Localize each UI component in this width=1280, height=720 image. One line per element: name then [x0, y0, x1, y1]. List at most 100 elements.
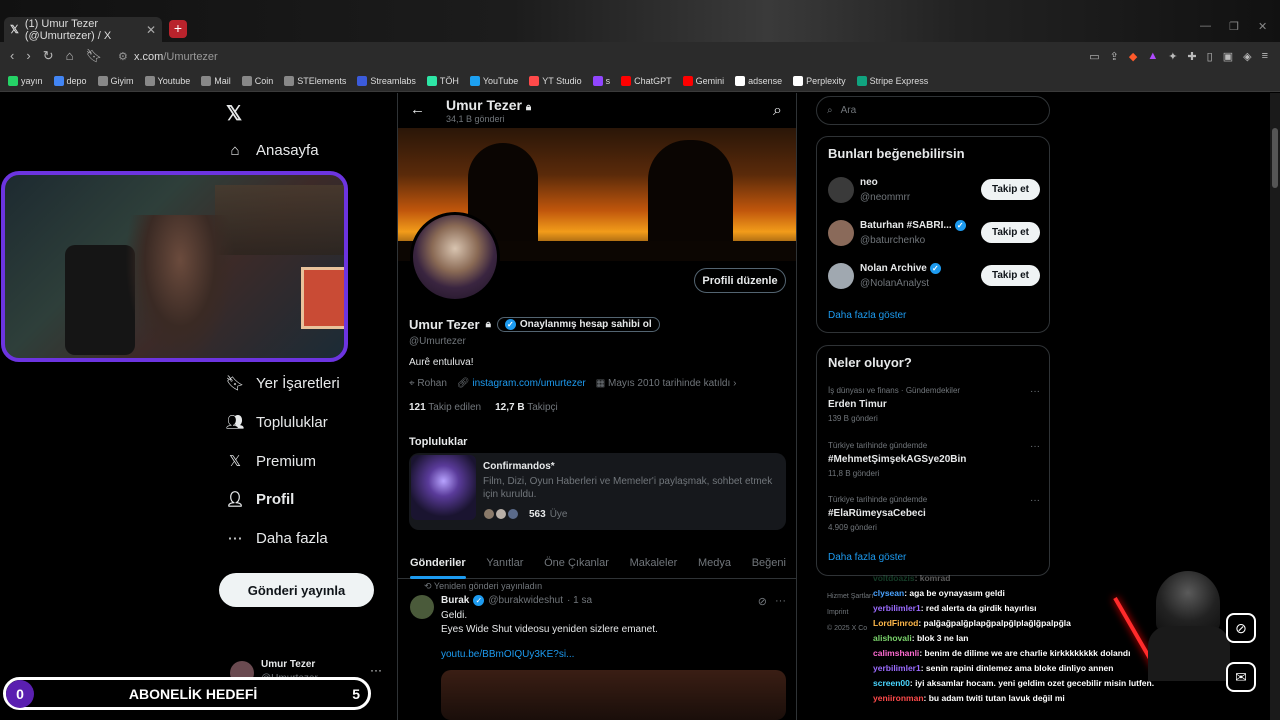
bookmark-item[interactable]: depo — [53, 75, 87, 86]
suggestion-row[interactable]: neo @neommrr Takip et — [828, 177, 1040, 207]
trend-item[interactable]: Türkiye tarihinde gündemde #MehmetŞimşek… — [828, 441, 1040, 478]
vpn-icon[interactable]: ◈ — [1243, 50, 1251, 63]
tab-title: (1) Umur Tezer (@Umurtezer) / X — [24, 17, 112, 42]
tweet-author-avatar[interactable] — [410, 595, 434, 619]
nav-profile[interactable]: 👤︎ Profil — [225, 490, 294, 509]
tweet-author[interactable]: Burak — [441, 595, 469, 606]
profile-link[interactable]: 🔗︎ instagram.com/umurtezer — [457, 378, 586, 389]
trend-more-icon[interactable]: ··· — [1030, 495, 1040, 506]
show-more-link[interactable]: Daha fazla göster — [828, 310, 906, 321]
scrollbar-thumb[interactable] — [1272, 128, 1278, 188]
trend-more-icon[interactable]: ··· — [1030, 386, 1040, 397]
bookmark-item[interactable]: Youtube — [144, 75, 190, 86]
puzzle-icon[interactable]: ✚ — [1187, 50, 1196, 63]
tab-1[interactable]: Yanıtlar — [486, 549, 523, 578]
grok-float-icon[interactable]: ⊘ — [1226, 613, 1256, 643]
profile-joined[interactable]: ▦ Mayıs 2010 tarihinde katıldı › — [596, 378, 737, 389]
bookmark-item[interactable]: yayın — [8, 75, 43, 86]
profile-header: ← Umur Tezer 🔒︎ 34,1 B gönderi ⌕ — [398, 93, 796, 128]
bookmark-item[interactable]: Streamlabs — [357, 75, 416, 86]
header-name: Umur Tezer 🔒︎ — [446, 97, 532, 113]
rewards-icon[interactable]: ▲ — [1147, 50, 1158, 63]
x-premium-icon: 𝕏 — [228, 453, 242, 470]
bookmark-item[interactable]: STElements — [284, 75, 346, 86]
minimize-icon[interactable]: — — [1200, 20, 1211, 32]
search-input[interactable]: ⌕ Ara — [816, 96, 1050, 125]
follow-button[interactable]: Takip et — [981, 179, 1040, 200]
bookmark-item[interactable]: YouTube — [469, 75, 518, 86]
follow-button[interactable]: Takip et — [981, 222, 1040, 243]
back-icon[interactable]: ‹ — [10, 48, 14, 64]
home-icon[interactable]: ⌂ — [66, 48, 74, 64]
reload-icon[interactable]: ↻ — [43, 48, 54, 64]
sidebar-icon[interactable]: ▯ — [1207, 50, 1213, 63]
chat-text: : senin rapini dinlemez ama bloke dinliy… — [920, 663, 1114, 673]
tweet-link[interactable]: youtu.be/BBmOIQUy3KE?si... — [441, 649, 574, 660]
following-link[interactable]: 121 Takip edilen — [409, 402, 481, 413]
suggestion-row[interactable]: Baturhan #SABRI... ✓ @baturchenko Takip e… — [828, 220, 1040, 250]
page-scrollbar[interactable] — [1270, 93, 1280, 720]
nav-communities[interactable]: 👥︎ Topluluklar — [225, 413, 327, 432]
nav-bookmarks[interactable]: 🔖︎ Yer İşaretleri — [225, 374, 339, 393]
trend-more-icon[interactable]: ··· — [1030, 441, 1040, 452]
nav-more[interactable]: ⋯ Daha fazla — [226, 529, 328, 548]
tab-5[interactable]: Beğeni — [752, 549, 786, 578]
trends-show-more-link[interactable]: Daha fazla göster — [828, 552, 906, 563]
bookmark-item[interactable]: Mail — [201, 75, 231, 86]
tweet-time[interactable]: · 1 sa — [567, 595, 592, 606]
close-window-icon[interactable]: ✕ — [1258, 20, 1267, 33]
menu-icon[interactable]: ≡ — [1262, 50, 1268, 63]
search-icon[interactable]: ⌕ — [773, 102, 782, 120]
wallet-icon[interactable]: ▣ — [1223, 50, 1233, 63]
footer-imprint[interactable]: Imprint — [827, 605, 873, 621]
post-button[interactable]: Gönderi yayınla — [219, 573, 374, 607]
tab-3[interactable]: Makaleler — [630, 549, 678, 578]
bookmark-item[interactable]: adsense — [735, 75, 782, 86]
profile-avatar[interactable] — [410, 212, 500, 302]
bookmark-item[interactable]: Giyim — [97, 75, 134, 86]
followers-link[interactable]: 12,7 B Takipçi — [495, 402, 558, 413]
nav-premium[interactable]: 𝕏 Premium — [226, 452, 316, 471]
maximize-icon[interactable]: ❐ — [1229, 20, 1239, 33]
suggestion-row[interactable]: Nolan Archive ✓ @NolanAnalyst Takip et — [828, 263, 1040, 293]
trend-item[interactable]: İş dünyası ve finans · Gündemdekiler Erd… — [828, 386, 1040, 423]
bookmark-item[interactable]: Perplexity — [793, 75, 846, 86]
bookmark-item[interactable]: ChatGPT — [621, 75, 672, 86]
tab-4[interactable]: Medya — [698, 549, 731, 578]
tweet-handle[interactable]: @burakwideshut — [488, 595, 563, 606]
account-more-icon[interactable]: ··· — [370, 663, 382, 677]
follow-button[interactable]: Takip et — [981, 265, 1040, 286]
forward-icon[interactable]: › — [26, 48, 30, 64]
bookmark-item[interactable]: s — [592, 75, 610, 86]
tweet-media[interactable] — [441, 670, 786, 720]
install-icon[interactable]: ▭ — [1089, 50, 1099, 63]
messages-float-icon[interactable]: ✉ — [1226, 662, 1256, 692]
footer-terms[interactable]: Hizmet Şartları — [827, 589, 873, 605]
x-home-logo-icon[interactable]: 𝕏 — [226, 101, 242, 126]
bookmark-item[interactable]: Stripe Express — [856, 75, 928, 86]
share-icon[interactable]: ⇪ — [1110, 50, 1119, 63]
extension-icon[interactable]: ✦ — [1168, 50, 1177, 63]
tweet-more-icon[interactable]: ··· — [775, 595, 786, 608]
community-card[interactable]: Confirmandos* Film, Dizi, Oyun Haberleri… — [409, 453, 786, 530]
back-arrow-icon[interactable]: ← — [410, 101, 425, 118]
site-info-icon[interactable]: ⚙︎ — [118, 51, 128, 63]
bookmark-item[interactable]: Gemini — [682, 75, 724, 86]
get-verified-button[interactable]: ✓ Onaylanmış hesap sahibi ol — [496, 317, 660, 332]
tab-0[interactable]: Gönderiler — [410, 549, 466, 579]
bookmark-item[interactable]: TÖH — [426, 75, 459, 86]
nav-home[interactable]: ⌂ Anasayfa — [226, 141, 318, 159]
bookmark-icon[interactable]: 🔖︎ — [85, 48, 102, 64]
tab-2[interactable]: Öne Çıkanlar — [544, 549, 609, 578]
bookmark-favicon-icon — [793, 75, 804, 86]
brave-shield-icon[interactable]: ◆ — [1129, 50, 1137, 63]
bookmark-item[interactable]: Coin — [241, 75, 273, 86]
url-field[interactable]: ⚙︎ x.com/Umurtezer — [118, 50, 218, 63]
edit-profile-button[interactable]: Profili düzenle — [694, 268, 786, 293]
new-tab-button[interactable]: + — [169, 20, 187, 38]
tab-close-icon[interactable]: ✕ — [146, 23, 156, 37]
trend-item[interactable]: Türkiye tarihinde gündemde #ElaRümeysaCe… — [828, 495, 1040, 532]
bookmark-item[interactable]: YT Studio — [529, 75, 582, 86]
grok-icon[interactable]: ⊘ — [758, 595, 767, 608]
browser-tab[interactable]: 𝕏 (1) Umur Tezer (@Umurtezer) / X ✕ — [4, 17, 162, 42]
